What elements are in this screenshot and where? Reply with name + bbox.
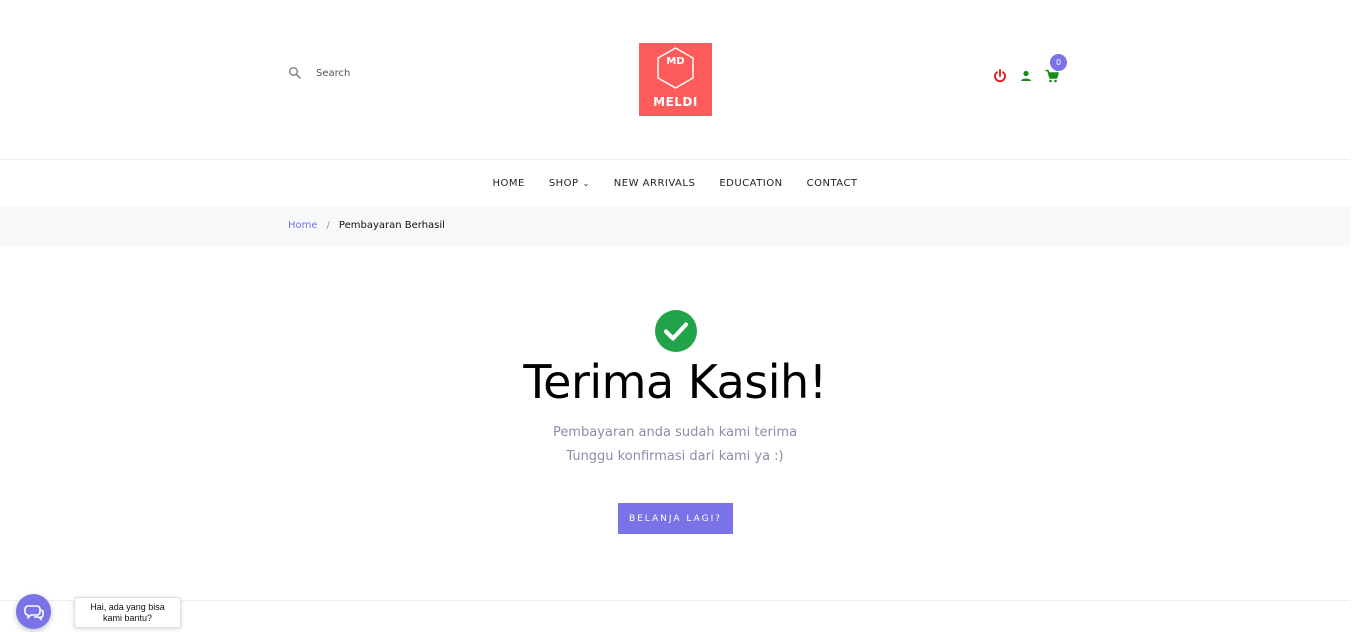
user-icon[interactable] <box>1018 68 1034 84</box>
nav-item-education[interactable]: EDUCATION <box>719 178 782 189</box>
chat-button[interactable] <box>16 594 51 629</box>
chat-greeting-bubble[interactable]: Hai, ada yang bisa kami bantu? <box>74 597 181 628</box>
site-header: MD MELDI 0 <box>0 0 1350 160</box>
search-bar <box>288 66 456 80</box>
breadcrumb-separator: / <box>326 220 330 231</box>
breadcrumb-current: Pembayaran Berhasil <box>338 220 445 231</box>
payment-success-section: Terima Kasih! Pembayaran anda sudah kami… <box>0 247 1350 601</box>
nav-item-label: EDUCATION <box>719 177 783 189</box>
logo-name: MELDI <box>653 95 698 109</box>
site-logo[interactable]: MD MELDI <box>639 43 712 116</box>
nav-item-new-arrivals[interactable]: NEW ARRIVALS <box>614 178 696 189</box>
cart-button[interactable]: 0 <box>1044 54 1067 84</box>
nav-item-label: HOME <box>492 177 525 189</box>
breadcrumb-home-link[interactable]: Home <box>288 220 318 231</box>
breadcrumb-bar: Home / Pembayaran Berhasil <box>0 206 1350 247</box>
page-title: Terima Kasih! <box>523 355 827 409</box>
cart-count-badge: 0 <box>1050 54 1067 71</box>
chevron-down-icon: ⌄ <box>582 178 590 188</box>
nav-item-label: CONTACT <box>806 177 858 189</box>
nav-item-label: SHOP <box>548 177 579 189</box>
check-circle-icon <box>655 310 697 352</box>
main-nav: HOME SHOP ⌄ NEW ARRIVALS EDUCATION CONTAC… <box>0 160 1350 206</box>
success-message-line-2: Tunggu konfirmasi dari kami ya :) <box>566 449 784 464</box>
logo-monogram: MD <box>666 56 685 67</box>
chat-icon <box>23 604 44 621</box>
success-message-line-1: Pembayaran anda sudah kami terima <box>552 425 798 440</box>
nav-item-contact[interactable]: CONTACT <box>807 178 858 189</box>
shop-again-button[interactable]: BELANJA LAGI? <box>618 503 733 534</box>
header-actions: 0 <box>992 54 1070 84</box>
nav-item-label: NEW ARRIVALS <box>613 177 696 189</box>
chat-greeting-line-1: Hai, ada yang bisa <box>90 602 165 612</box>
search-icon[interactable] <box>288 66 302 80</box>
breadcrumb: Home / Pembayaran Berhasil <box>288 220 445 231</box>
chat-greeting-line-2: kami bantu? <box>102 613 153 623</box>
nav-item-shop[interactable]: SHOP ⌄ <box>549 178 590 189</box>
nav-item-home[interactable]: HOME <box>492 178 524 189</box>
power-icon[interactable] <box>992 68 1008 84</box>
search-input[interactable] <box>316 67 456 79</box>
